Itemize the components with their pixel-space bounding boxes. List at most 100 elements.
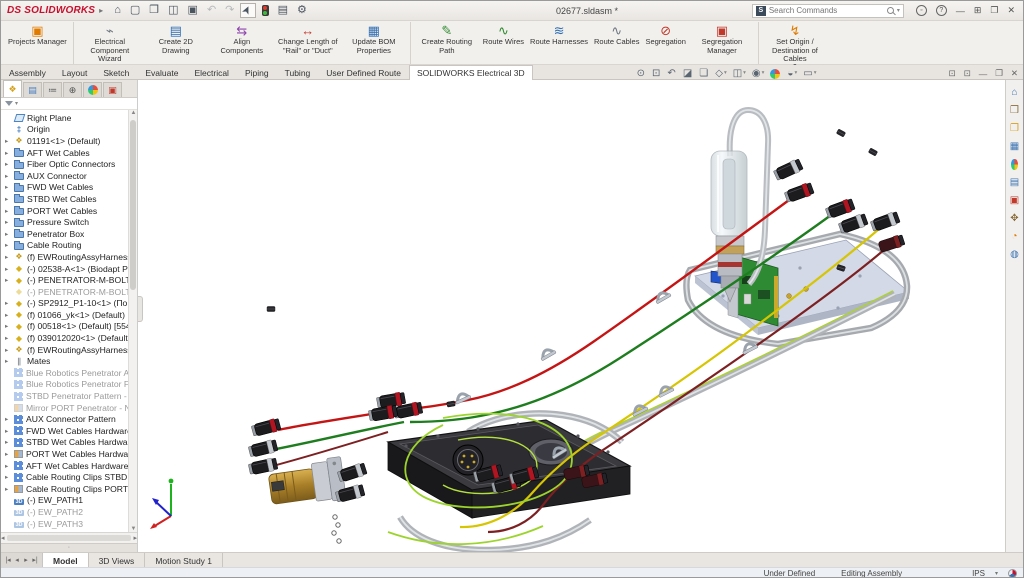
command-tab[interactable]: Sketch [95, 65, 137, 79]
zoom-to-fit-button[interactable]: ⊙ [637, 69, 646, 79]
sheet-tab[interactable]: Motion Study 1 [145, 553, 223, 567]
tree-item[interactable]: ▸ FWD Wet Cables Hardware Pattern [1, 425, 137, 437]
tree-item[interactable]: ▸ STBD Wet Cables [1, 193, 137, 205]
design-library-tab[interactable]: ❒ [1010, 105, 1019, 116]
command-tab[interactable]: Evaluate [137, 65, 186, 79]
tree-item[interactable]: ▸ (-) PENETRATOR-M-BOLT-10-25-A [1, 274, 137, 286]
displaymanager-tab[interactable]: ● [83, 82, 102, 97]
tree-item[interactable]: (-) PENETRATOR-M-BOLT-10-25-A [1, 286, 137, 298]
new-file-button[interactable]: ▢ [127, 3, 143, 18]
new-window-icon[interactable]: ⊡ [949, 68, 956, 79]
tree-item[interactable]: ▸ (-) SP2912_P1-10<1> (По умолчан [1, 298, 137, 310]
tree-item[interactable]: Right Plane [1, 112, 137, 124]
tree-item[interactable]: ▸ Cable Routing [1, 240, 137, 252]
tree-item[interactable]: ▸ AUX Connector [1, 170, 137, 182]
penetrator-box[interactable] [388, 420, 630, 518]
units-indicator[interactable]: IPS [972, 569, 985, 578]
command-tab[interactable]: Assembly [1, 65, 54, 79]
tree-item[interactable]: ▸ Cable Routing Clips PORT [1, 483, 137, 495]
print-button[interactable]: ▣ [185, 3, 201, 18]
previous-view-button[interactable]: ↶ [667, 69, 676, 79]
command-tab[interactable]: User Defined Route [318, 65, 409, 79]
tree-item[interactable]: ▸ (f) EWRoutingAssyHarness_H3[375 [1, 344, 137, 356]
tree-item[interactable]: (-) EW_PATH2 [1, 506, 137, 518]
command-tab[interactable]: SOLIDWORKS Electrical 3D [409, 65, 533, 80]
tree-item[interactable]: Blue Robotics Penetrator AFT - NO [1, 367, 137, 379]
panel-splitter[interactable]: ◦ [1, 543, 137, 552]
tree-item[interactable]: Origin [1, 124, 137, 136]
logo-expand-arrow[interactable]: ▸ [99, 6, 103, 15]
xpress-products-tab[interactable]: ◔ [1011, 231, 1017, 242]
view-palette-tab[interactable]: ▦ [1010, 141, 1019, 152]
edit-appearance-button[interactable]: ● [770, 69, 781, 79]
tree-item[interactable]: ▸ PORT Wet Cables [1, 205, 137, 217]
help-icon[interactable]: ? [936, 5, 947, 16]
tree-item[interactable]: ▸ (f) 039012020<1> (Default) [5781] [1, 332, 137, 344]
tree-item[interactable]: ▸ AFT Wet Cables Hardware Pattern [1, 460, 137, 472]
redo-button[interactable]: ↷ [222, 3, 237, 18]
tree-item[interactable]: ▸ Penetrator Box [1, 228, 137, 240]
tree-vertical-scrollbar[interactable]: ▲ ▼ [128, 110, 137, 532]
display-style-button[interactable]: ◫▾ [733, 69, 746, 79]
tree-item[interactable]: ▸ STBD Wet Cables Hardware Pattern [1, 437, 137, 449]
configurationmanager-tab[interactable]: ≔ [43, 82, 62, 97]
last-sheet-button[interactable]: ▸| [31, 556, 39, 564]
rebuild-button[interactable] [259, 3, 272, 18]
zoom-to-area-button[interactable]: ⊡ [652, 69, 661, 79]
tree-item[interactable]: ▸ AUX Connector Pattern [1, 413, 137, 425]
view-orientation-button[interactable]: ◇▾ [715, 69, 726, 79]
cam-tools-tab[interactable]: ✥ [1010, 213, 1018, 224]
maximize-button[interactable]: ⊞ [974, 5, 982, 16]
tree-item[interactable]: ▸ Pressure Switch [1, 216, 137, 228]
file-properties-button[interactable]: ▤ [275, 3, 291, 18]
prev-sheet-button[interactable]: ◂ [13, 556, 21, 564]
sheet-tab[interactable]: Model [43, 553, 89, 567]
sheet-nav-buttons[interactable]: |◂ ◂ ▸ ▸| [1, 553, 43, 567]
tree-item[interactable]: Mirror PORT Penetrator - NO WET [1, 402, 137, 414]
tree-item[interactable]: ▸ Fiber Optic Connectors [1, 158, 137, 170]
panel-collapse-handle[interactable] [137, 296, 143, 322]
electrical-manager-tab[interactable]: ▣ [103, 82, 122, 97]
appearances-scenes-tab[interactable]: ● [1011, 159, 1017, 170]
custom-properties-tab[interactable]: ▤ [1010, 177, 1019, 188]
apply-scene-button[interactable]: ◒▾ [787, 69, 797, 79]
next-sheet-button[interactable]: ▸ [22, 556, 30, 564]
tree-item[interactable]: ▸ 01191<1> (Default) [1, 135, 137, 147]
search-input[interactable] [769, 6, 884, 15]
tree-item[interactable]: (-) EW_PATH3 [1, 518, 137, 530]
file-explorer-tab[interactable]: ❐ [1010, 123, 1019, 134]
sheet-tab[interactable]: 3D Views [89, 553, 146, 567]
doc-restore-button[interactable]: ❐ [995, 68, 1003, 79]
tree-item[interactable]: ▸ AFT Wet Cables [1, 147, 137, 159]
tree-item[interactable]: Blue Robotics Penetrator FWD - NO [1, 379, 137, 391]
graphics-viewport[interactable] [137, 80, 1005, 552]
dynamic-annotation-views-button[interactable]: ❏ [699, 69, 709, 79]
first-sheet-button[interactable]: |◂ [4, 556, 12, 564]
search-commands-box[interactable]: S ▾ [752, 4, 904, 18]
tree-horizontal-scrollbar[interactable]: ◂▸ [1, 532, 137, 543]
restore-button[interactable]: ❐ [990, 5, 998, 16]
tree-item[interactable]: ▸ (-) 02538-A<1> (Biodapt Part.prtdo [1, 263, 137, 275]
propertymanager-tab[interactable]: ▤ [23, 82, 42, 97]
3dexperience-tab[interactable]: ◍ [1010, 249, 1019, 260]
undo-button[interactable]: ↶ [204, 3, 219, 18]
home-tab[interactable]: ⌂ [1011, 87, 1017, 98]
tree-item[interactable]: ▸ (f) EWRoutingAssyHarness_H2_357 [1, 251, 137, 263]
command-tab[interactable]: Layout [54, 65, 96, 79]
filter-caret[interactable]: ▾ [15, 100, 18, 107]
doc-close-button[interactable]: ✕ [1011, 68, 1018, 79]
search-dropdown-caret[interactable]: ▾ [897, 7, 900, 14]
user-account-icon[interactable]: ◦ [916, 5, 927, 16]
command-tab[interactable]: Tubing [277, 65, 319, 79]
solidworks-resources-tab[interactable]: ▣ [1010, 195, 1019, 206]
tree-item[interactable]: ▸ (f) 01066_yk<1> (Default) [1, 309, 137, 321]
command-tab[interactable]: Electrical [186, 65, 236, 79]
tree-item[interactable]: ▸ (f) 00518<1> (Default) [5548] [1, 321, 137, 333]
tree-item[interactable]: STBD Penetrator Pattern - NO WET [1, 390, 137, 402]
tree-item[interactable]: ▸ FWD Wet Cables [1, 182, 137, 194]
units-caret[interactable]: ▾ [995, 570, 998, 577]
filter-icon[interactable] [5, 101, 13, 106]
command-tab[interactable]: Piping [237, 65, 277, 79]
doc-minimize-button[interactable]: — [979, 69, 988, 79]
hide-show-items-button[interactable]: ◉▾ [752, 69, 765, 79]
